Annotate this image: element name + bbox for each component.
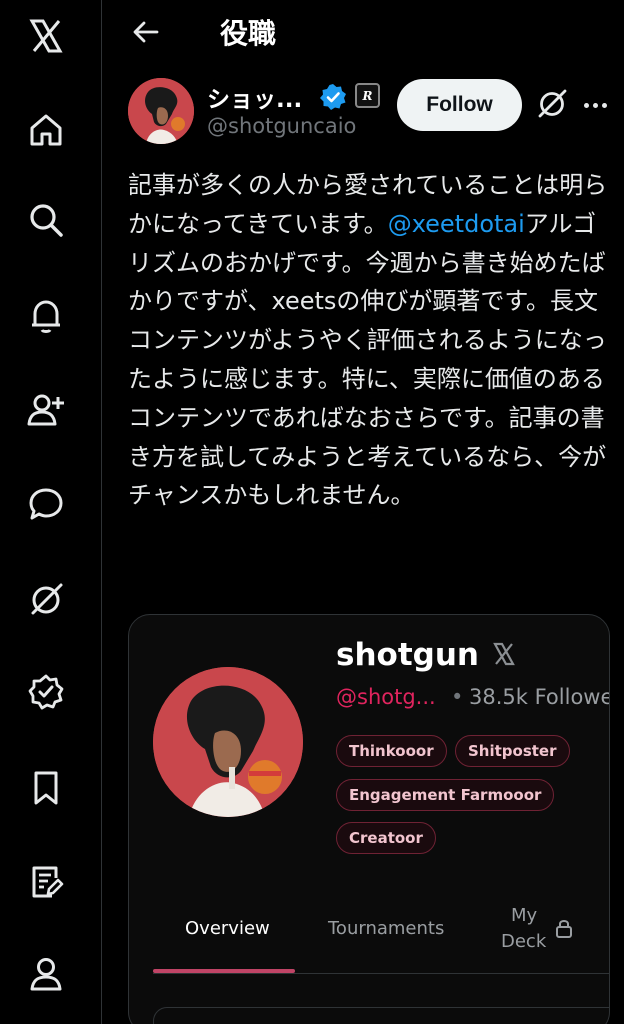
card-display-name: shotgun [336,637,479,673]
bookmark-icon[interactable] [22,764,70,812]
tab-my-deck-line1[interactable]: My [511,905,537,926]
page-header: 役職 [102,0,624,64]
articles-icon[interactable] [22,858,70,906]
follow-icon[interactable] [22,386,70,434]
tab-my-deck-line2[interactable]: Deck [501,931,546,952]
affiliate-badge: R [355,83,380,108]
author-avatar[interactable] [128,78,194,144]
page-title: 役職 [220,17,277,50]
card-avatar [153,667,303,817]
post-text-part: アルゴリズムのおかげです。今週から書き始めたばかりですが、xeetsの伸びが顕著… [128,209,607,510]
notifications-icon[interactable] [22,292,70,340]
author-display-name[interactable]: ショッ... [207,80,302,114]
tag-badge: Shitposter [455,735,570,767]
home-icon[interactable] [22,106,70,154]
back-arrow-icon[interactable] [128,14,164,50]
tag-badge: Thinkooor [336,735,447,767]
x-logo-icon[interactable] [491,641,517,667]
tab-tournaments[interactable]: Tournaments [328,918,444,939]
tag-badge: Creatoor [336,822,436,854]
profile-icon[interactable] [22,950,70,998]
tab-overview[interactable]: Overview [185,918,270,939]
post-text: 記事が多くの人から愛されていることは明らかになってきています。@xeetdota… [128,166,614,515]
lock-icon [556,920,572,938]
card-handle: @shotg... [336,685,436,709]
grok-icon[interactable] [22,576,70,624]
left-nav-rail [0,0,102,1024]
more-options-icon[interactable] [580,92,610,118]
x-logo-icon[interactable] [22,12,70,60]
separator-dot: • [451,685,464,709]
card-section-panel [153,1007,609,1024]
tab-divider [153,973,609,974]
tag-badge: Engagement Farmooor [336,779,555,811]
verified-badge-icon [320,84,346,110]
grok-icon[interactable] [534,86,570,122]
messages-icon[interactable] [22,480,70,528]
card-followers: 38.5k Followers [469,685,609,709]
verified-orgs-icon[interactable] [22,668,70,716]
author-handle[interactable]: @shotguncaio [207,114,356,138]
embedded-profile-card[interactable]: shotgun @shotg... • 38.5k Followers Thin… [128,614,610,1024]
search-icon[interactable] [22,196,70,244]
mention-link[interactable]: @xeetdotai [388,210,525,238]
follow-button[interactable]: Follow [397,79,522,131]
